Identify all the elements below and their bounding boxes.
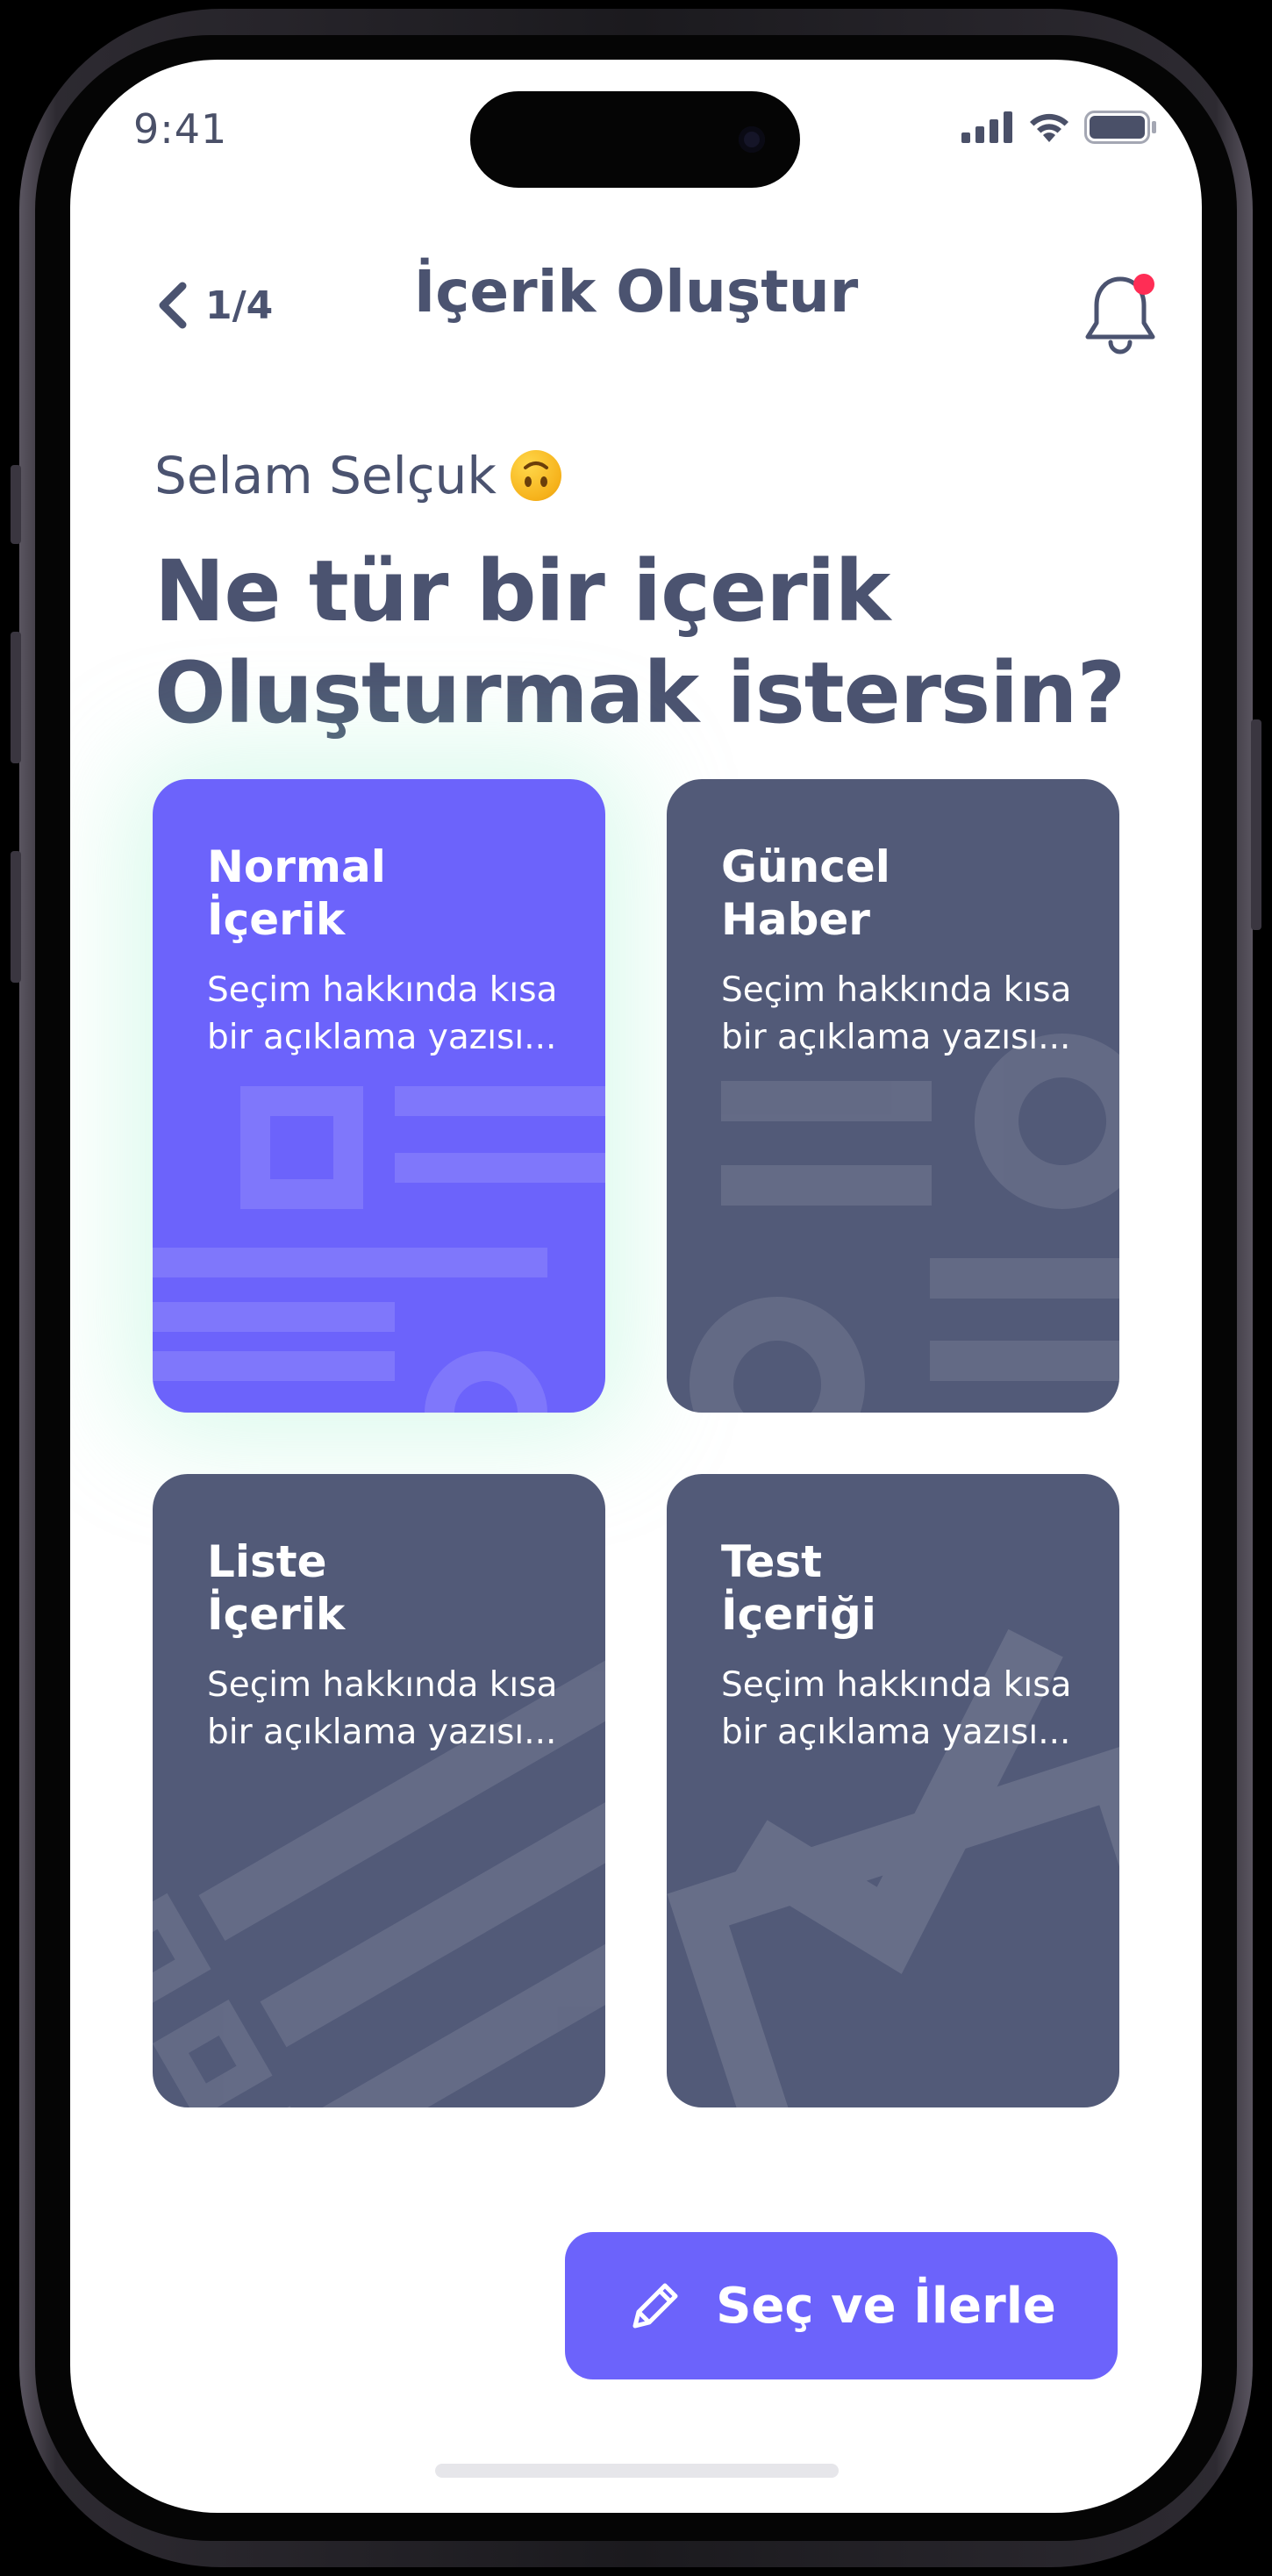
upside-down-face-icon xyxy=(510,450,561,501)
cellular-signal-icon xyxy=(961,111,1012,143)
headline-line-1: Ne tür bir içerik xyxy=(154,542,890,640)
option-title-line-2: İçerik xyxy=(207,894,346,945)
headline-line-2: Oluşturmak istersin? xyxy=(154,644,1126,742)
status-icons xyxy=(961,111,1158,144)
notification-badge xyxy=(1133,274,1154,295)
volume-down-button xyxy=(11,851,21,983)
battery-icon xyxy=(1084,111,1156,144)
select-and-continue-button[interactable]: Seç ve İlerle xyxy=(565,2232,1118,2379)
option-description: Seçim hakkında kısa bir açıklama yazısı.… xyxy=(721,1665,1072,1752)
option-title-line-1: Normal xyxy=(207,841,386,892)
option-description: Seçim hakkında kısa bir açıklama yazısı.… xyxy=(207,1665,558,1752)
power-button xyxy=(1251,719,1261,930)
notification-bell-icon[interactable] xyxy=(1081,272,1160,356)
page-title: İçerik Oluştur xyxy=(413,258,859,326)
mute-switch xyxy=(11,465,21,544)
option-title: Güncel Haber xyxy=(721,841,890,946)
cta-label: Seç ve İlerle xyxy=(716,2277,1056,2335)
option-title: Liste İçerik xyxy=(207,1535,345,1641)
option-card-test-content[interactable]: Test İçeriği Seçim hakkında kısa bir açı… xyxy=(667,1474,1119,2107)
option-card-normal-content[interactable]: Normal İçerik Seçim hakkında kısa bir aç… xyxy=(153,779,605,1413)
pencil-icon xyxy=(632,2283,678,2329)
option-card-current-news[interactable]: Güncel Haber Seçim hakkında kısa bir açı… xyxy=(667,779,1119,1413)
option-title: Normal İçerik xyxy=(207,841,386,946)
option-title-line-2: İçeriği xyxy=(721,1589,876,1640)
dynamic-island xyxy=(470,91,800,188)
option-card-list-content[interactable]: Liste İçerik Seçim hakkında kısa bir açı… xyxy=(153,1474,605,2107)
option-description: Seçim hakkında kısa bir açıklama yazısı.… xyxy=(207,970,558,1057)
option-description: Seçim hakkında kısa bir açıklama yazısı.… xyxy=(721,970,1072,1057)
option-title-line-1: Güncel xyxy=(721,841,890,892)
option-title-line-2: Haber xyxy=(721,894,870,945)
screen: 9:41 1/4 İçerik Oluştur Selam Selçuk Ne … xyxy=(70,60,1202,2513)
option-title-line-1: Test xyxy=(721,1536,823,1587)
greeting: Selam Selçuk xyxy=(154,446,561,505)
option-title: Test İçeriği xyxy=(721,1535,876,1641)
status-time: 9:41 xyxy=(133,105,228,153)
option-title-line-2: İçerik xyxy=(207,1589,346,1640)
volume-up-button xyxy=(11,632,21,763)
headline: Ne tür bir içerik Oluşturmak istersin? xyxy=(154,540,1137,744)
home-indicator[interactable] xyxy=(435,2464,839,2478)
option-title-line-1: Liste xyxy=(207,1536,327,1587)
camera-icon xyxy=(739,126,765,153)
greeting-text: Selam Selçuk xyxy=(154,446,497,505)
wifi-icon xyxy=(1030,113,1068,142)
